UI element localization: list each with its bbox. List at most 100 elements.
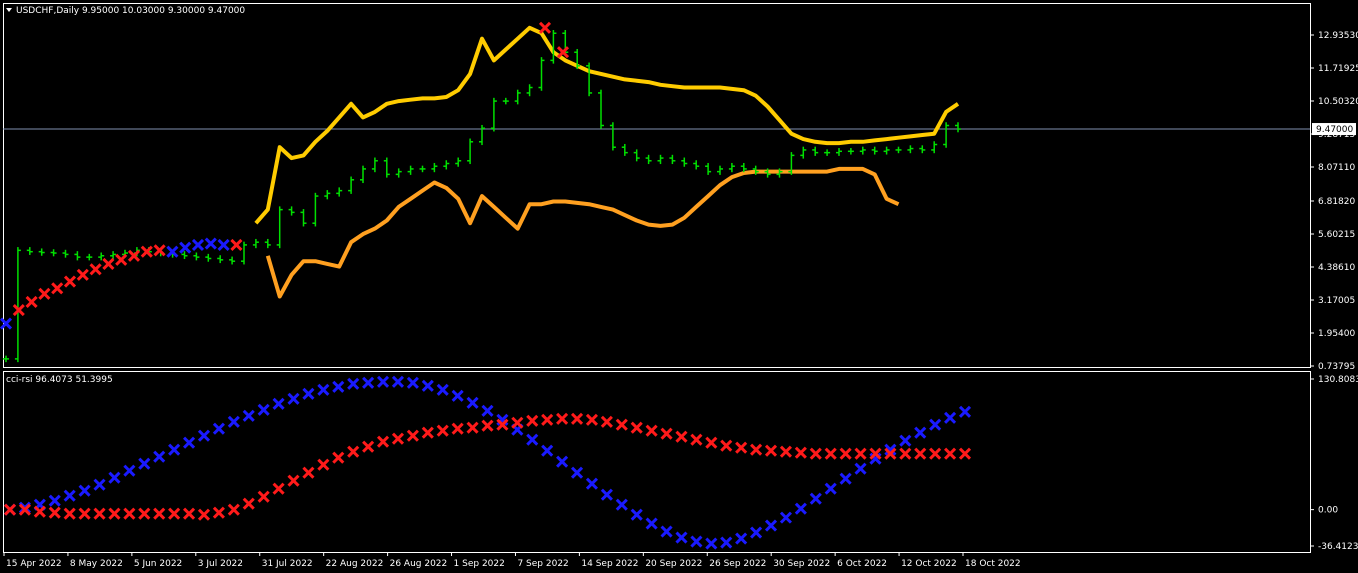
indicator-point xyxy=(48,494,61,507)
ohlc-bar xyxy=(50,249,57,257)
ohlc-bar xyxy=(859,146,866,155)
indicator-point xyxy=(421,426,434,439)
indicator-point xyxy=(302,466,315,479)
indicator-point xyxy=(705,537,718,550)
indicator-point xyxy=(481,419,494,432)
cross-marker xyxy=(179,241,192,254)
indicator-point xyxy=(227,415,240,428)
ohlc-bar xyxy=(871,146,878,155)
indicator-point xyxy=(183,436,196,449)
ohlc-bar xyxy=(669,154,676,165)
indicator-point xyxy=(257,490,270,503)
indicator-point xyxy=(526,414,539,427)
ohlc-bar xyxy=(526,84,533,97)
ohlc-bar xyxy=(193,252,200,261)
cross-marker xyxy=(38,287,51,300)
ohlc-bar xyxy=(324,190,331,200)
indicator-point xyxy=(750,526,763,539)
indicator-point xyxy=(168,443,181,456)
price-panel-frame xyxy=(3,3,1311,368)
ohlc-bar xyxy=(717,165,723,175)
chart-canvas: 12.9353011.7192510.503209.287158.071106.… xyxy=(0,3,1358,569)
indicator-point xyxy=(63,489,76,502)
ohlc-bar xyxy=(598,89,604,129)
dropdown-triangle-icon[interactable] xyxy=(6,8,12,12)
indicator-point xyxy=(436,383,449,396)
time-tick-label: 6 Oct 2022 xyxy=(837,559,887,569)
lower-band-line xyxy=(265,166,900,299)
indicator-point xyxy=(630,508,643,521)
price-tick-label: 8.07110 xyxy=(1318,163,1355,173)
ohlc-bar xyxy=(383,157,390,178)
ohlc-bar xyxy=(443,160,450,170)
indicator-point xyxy=(436,424,449,437)
indicator-point xyxy=(376,375,390,388)
indicator-point xyxy=(764,444,778,457)
indicator-tick-label: -36.4123 xyxy=(1318,542,1358,552)
indicator-point xyxy=(347,377,360,390)
indicator-point xyxy=(347,445,360,458)
time-tick-label: 7 Sep 2022 xyxy=(517,559,568,569)
cross-marker xyxy=(102,257,115,270)
ohlc-bar xyxy=(395,168,402,178)
ohlc-bar xyxy=(633,149,640,162)
price-tick-label: 3.17005 xyxy=(1318,296,1355,306)
indicator-point xyxy=(212,506,225,519)
indicator-point xyxy=(138,507,151,520)
price-tick-label: 10.50320 xyxy=(1318,97,1358,107)
indicator-point xyxy=(600,415,613,428)
ohlc-bar xyxy=(431,162,438,173)
indicator-point xyxy=(123,464,136,477)
indicator-point xyxy=(839,447,852,460)
indicator-point xyxy=(541,444,554,457)
indicator-point xyxy=(33,505,46,518)
bands xyxy=(254,25,960,299)
cross-marker xyxy=(153,244,166,257)
ohlc-bar xyxy=(300,209,307,227)
indicator-point xyxy=(78,484,91,497)
time-tick-label: 30 Sep 2022 xyxy=(773,559,830,569)
indicator-point xyxy=(332,451,345,464)
indicator-point xyxy=(391,432,405,445)
time-tick-label: 12 Oct 2022 xyxy=(901,559,957,569)
cross-marker xyxy=(89,263,102,276)
indicator-point xyxy=(466,396,479,409)
indicator-panel-frame xyxy=(3,371,1311,553)
indicator-point xyxy=(839,472,852,485)
ohlc-bar xyxy=(919,145,926,154)
indicator-point xyxy=(899,434,912,447)
indicator-point xyxy=(764,519,778,532)
ohlc-bar xyxy=(728,162,735,173)
ohlc-bar xyxy=(38,248,45,256)
indicator-point xyxy=(63,507,76,520)
time-tick-label: 1 Sep 2022 xyxy=(454,559,505,569)
ohlc-bar xyxy=(312,192,319,227)
ohlc-bar xyxy=(86,253,93,261)
ohlc-bar xyxy=(836,148,842,156)
indicator-point xyxy=(809,447,822,460)
price-panel-border xyxy=(3,3,1311,368)
cross-marker xyxy=(115,253,128,266)
indicator-point xyxy=(362,440,375,453)
cross-marker xyxy=(217,238,230,251)
indicator-point xyxy=(78,507,91,520)
indicator-point xyxy=(93,478,106,491)
indicator-point xyxy=(421,379,434,392)
time-tick-label: 20 Sep 2022 xyxy=(645,559,702,569)
ohlc-bar xyxy=(205,253,212,262)
price-tick-label: 12.93530 xyxy=(1318,31,1358,41)
indicator-point xyxy=(451,389,464,402)
indicator-point xyxy=(108,471,121,484)
indicator-point xyxy=(735,441,748,454)
cross-marker xyxy=(204,237,217,250)
indicator-point xyxy=(585,413,599,426)
ohlc-bar xyxy=(800,146,807,159)
ohlc-bar xyxy=(264,238,271,249)
cross-marker xyxy=(25,295,38,308)
ohlc-bar xyxy=(847,148,854,155)
ohlc-bar xyxy=(681,157,688,167)
indicator-point xyxy=(3,503,17,516)
ohlc-bar xyxy=(26,247,33,255)
indicator-point xyxy=(317,458,330,471)
indicator-point xyxy=(720,536,733,549)
